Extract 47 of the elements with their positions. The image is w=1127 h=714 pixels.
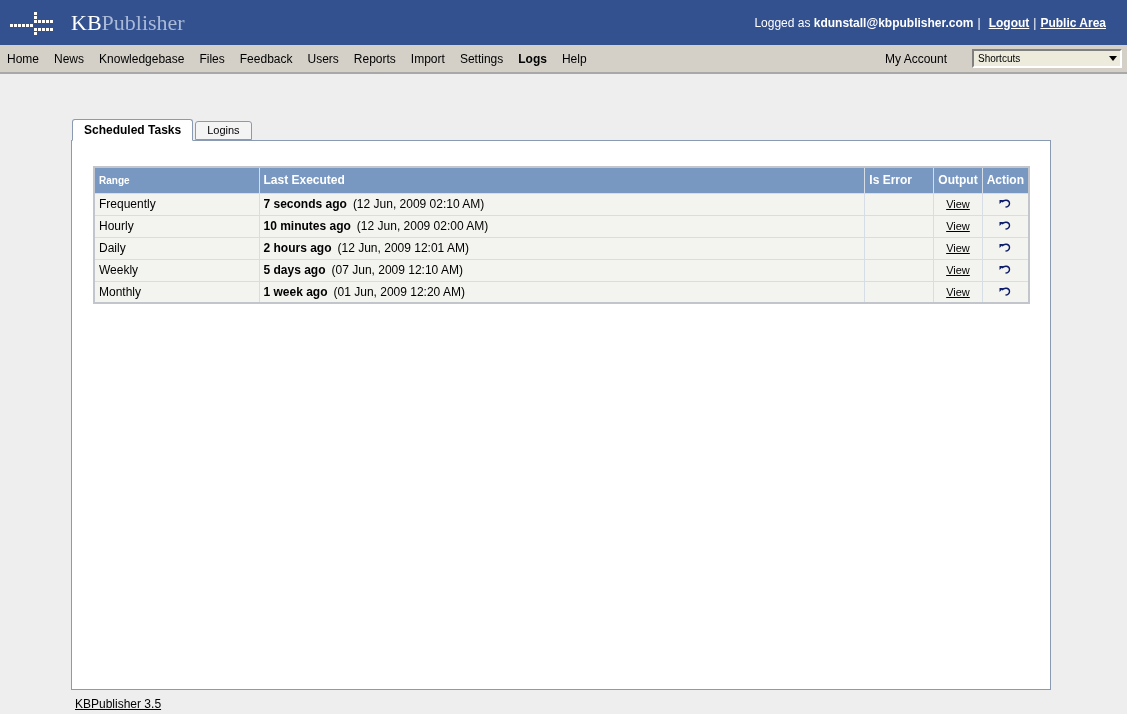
logout-link[interactable]: Logout — [988, 13, 1030, 32]
time-ago: 1 week ago — [263, 284, 328, 299]
table-cell: Frequently — [94, 193, 259, 215]
execution-date: (12 Jun, 2009 02:10 AM) — [352, 197, 485, 211]
separator: | — [977, 14, 981, 32]
menu-item[interactable]: Import — [410, 49, 445, 68]
separator: | — [1033, 14, 1037, 32]
execution-date: (07 Jun, 2009 12:10 AM) — [331, 263, 463, 277]
execution-date: (12 Jun, 2009 12:01 AM) — [337, 241, 469, 255]
menu-item[interactable]: Files — [199, 49, 225, 68]
menu-item[interactable]: Users — [307, 49, 339, 68]
table-cell: Daily — [94, 237, 259, 259]
caret-icon — [1109, 56, 1117, 61]
curved-arrow-icon[interactable] — [999, 286, 1012, 296]
column-header: Is Error — [864, 167, 934, 193]
public-area-link[interactable]: Public Area — [1040, 13, 1106, 32]
curved-arrow-icon[interactable] — [999, 221, 1012, 230]
curved-arrow-icon[interactable] — [999, 265, 1012, 274]
menu-item[interactable]: News — [54, 49, 85, 68]
tab[interactable]: Scheduled Tasks — [72, 119, 194, 141]
column-header: Last Executed — [259, 167, 865, 193]
execution-date: (01 Jun, 2009 12:20 AM) — [333, 284, 465, 299]
menu-item[interactable]: Home — [7, 49, 39, 68]
version-link[interactable]: KBPublisher 3.5 — [75, 695, 162, 713]
time-ago: 2 hours ago — [263, 241, 332, 255]
time-ago: 7 seconds ago — [263, 197, 347, 211]
execution-date: (12 Jun, 2009 02:00 AM) — [356, 219, 489, 233]
menu-item[interactable]: Help — [561, 49, 587, 68]
menu-item[interactable]: Logs — [518, 49, 547, 68]
column-header: Output — [933, 167, 983, 193]
tab[interactable]: Logins — [195, 121, 252, 140]
column-header: Range — [94, 167, 259, 193]
curved-arrow-icon[interactable] — [999, 243, 1012, 252]
login-status: Logged as kdunstall@kbpublisher.com — [754, 14, 974, 32]
menu-item[interactable]: Knowledgebase — [99, 49, 185, 68]
my-account-link[interactable]: My Account — [884, 49, 947, 68]
curved-arrow-icon[interactable] — [999, 199, 1012, 208]
table-cell: Hourly — [94, 215, 259, 237]
logo-mark-icon — [10, 9, 54, 36]
menu-item[interactable]: Settings — [459, 49, 504, 68]
menu-item[interactable]: Feedback — [239, 49, 293, 68]
shortcuts-dropdown[interactable]: Shortcuts — [972, 49, 1122, 68]
time-ago: 10 minutes ago — [263, 219, 351, 233]
table-cell: Weekly — [94, 259, 259, 281]
menu-item[interactable]: Reports — [353, 49, 396, 68]
logo-text: KBPublisher — [71, 11, 185, 34]
time-ago: 5 days ago — [263, 263, 326, 277]
